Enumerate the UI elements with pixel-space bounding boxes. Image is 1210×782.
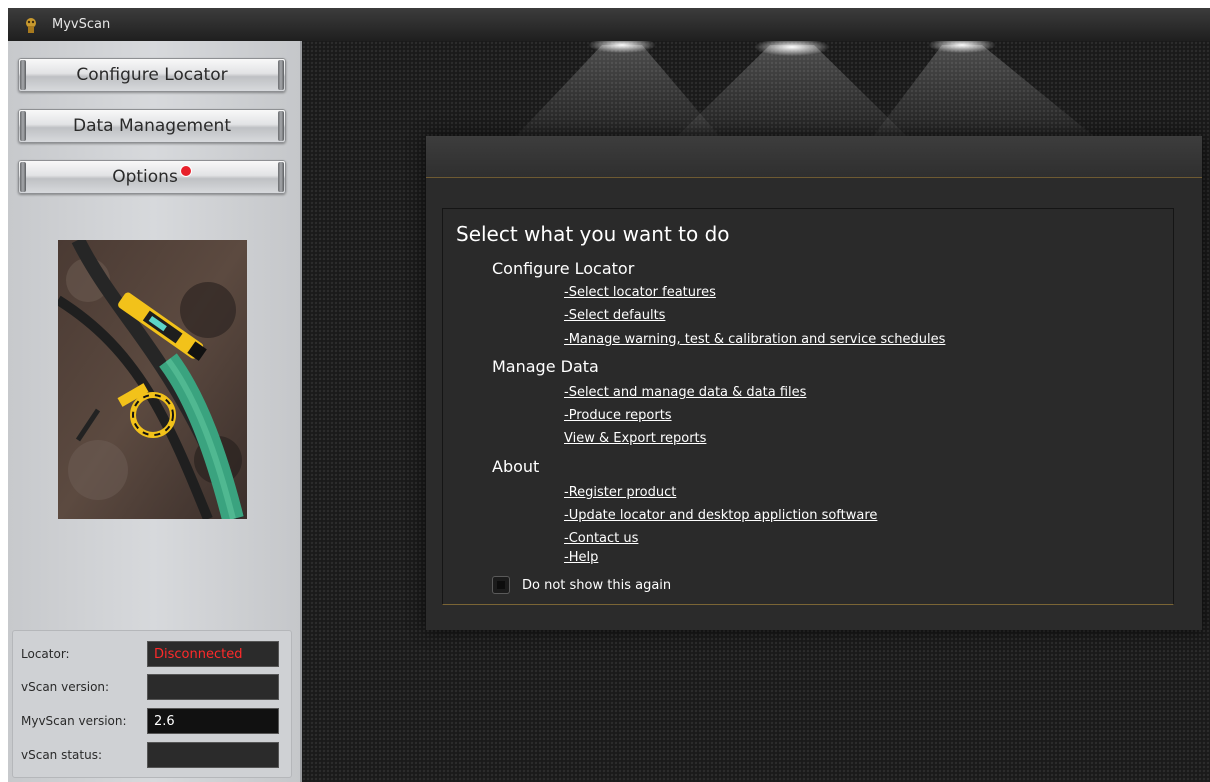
section-manage-data: Manage Data [492, 357, 599, 376]
options-label: Options [112, 167, 178, 187]
vscan-status-row: vScan status: [21, 742, 283, 768]
locator-status-value: Disconnected [147, 641, 279, 667]
link-produce-reports[interactable]: -Produce reports [564, 408, 672, 423]
title-bar: MyvScan [8, 8, 1210, 41]
locator-label: Locator: [21, 647, 70, 661]
link-manage-schedules[interactable]: -Manage warning, test & calibration and … [564, 332, 945, 347]
status-panel: Locator: Disconnected vScan version: Myv… [12, 630, 292, 778]
vscan-version-label: vScan version: [21, 680, 110, 694]
vscan-version-row: vScan version: [21, 674, 283, 700]
link-select-locator-features[interactable]: -Select locator features [564, 285, 716, 300]
vscan-status-label: vScan status: [21, 748, 103, 762]
data-management-button[interactable]: Data Management [18, 109, 286, 143]
vscan-version-value [147, 674, 279, 700]
window-title: MyvScan [52, 17, 111, 32]
myvscan-version-row: MyvScan version: 2.6 [21, 708, 283, 734]
configure-locator-button[interactable]: Configure Locator [18, 58, 286, 92]
link-help[interactable]: -Help [564, 550, 598, 565]
link-register-product[interactable]: -Register product [564, 485, 676, 500]
link-manage-data-files[interactable]: -Select and manage data & data files [564, 385, 806, 400]
link-contact-us[interactable]: -Contact us [564, 531, 638, 546]
main-area: Select what you want to do Configure Loc… [302, 41, 1210, 782]
section-configure-locator: Configure Locator [492, 259, 635, 278]
dialog-header [426, 136, 1202, 178]
section-about: About [492, 457, 540, 476]
do-not-show-row: Do not show this again [492, 576, 671, 594]
configure-locator-label: Configure Locator [76, 65, 228, 85]
welcome-dialog: Select what you want to do Configure Loc… [426, 136, 1202, 630]
options-button[interactable]: Options [18, 160, 286, 194]
link-select-defaults[interactable]: -Select defaults [564, 308, 665, 323]
do-not-show-checkbox[interactable] [492, 576, 510, 594]
notification-dot-icon [179, 165, 192, 177]
dialog-content: Select what you want to do Configure Loc… [442, 208, 1174, 605]
dialog-heading: Select what you want to do [456, 222, 730, 246]
link-view-export-reports[interactable]: View & Export reports [564, 431, 706, 446]
myvscan-version-label: MyvScan version: [21, 714, 127, 728]
data-management-label: Data Management [73, 116, 231, 136]
do-not-show-label: Do not show this again [522, 577, 672, 593]
myvscan-version-value: 2.6 [147, 708, 279, 734]
app-logo-icon [20, 14, 42, 36]
locator-status-row: Locator: Disconnected [21, 641, 283, 667]
link-update-software[interactable]: -Update locator and desktop appliction s… [564, 508, 877, 523]
sidebar: Configure Locator Data Management Option… [8, 41, 302, 782]
vscan-status-value [147, 742, 279, 768]
locator-product-photo [58, 240, 247, 519]
